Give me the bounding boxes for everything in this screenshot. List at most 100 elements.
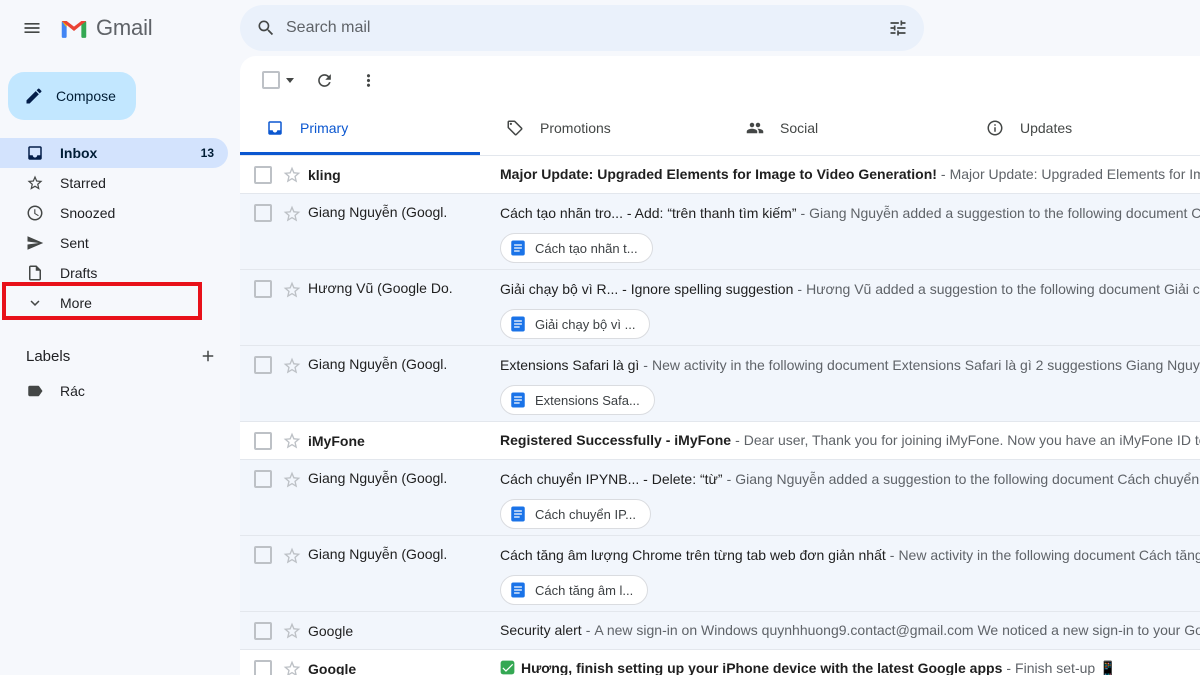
sidebar-item-label: More [60, 295, 92, 311]
email-checkbox[interactable] [254, 356, 272, 374]
chevron-down-icon [26, 294, 44, 312]
sidebar-item-label: Starred [60, 175, 106, 191]
separator: - [735, 432, 740, 448]
star-icon[interactable] [282, 621, 302, 641]
email-sender: Giang Nguyễn (Googl. [308, 356, 500, 372]
sidebar-item-label: Drafts [60, 265, 97, 281]
more-options-button[interactable] [350, 62, 386, 98]
sidebar-item-starred[interactable]: Starred [0, 168, 228, 198]
sidebar-item-label: Sent [60, 235, 89, 251]
sidebar-item-more[interactable]: More [0, 288, 228, 318]
attachment-chip-label: Extensions Safa... [535, 393, 640, 408]
tab-social[interactable]: Social [720, 104, 960, 155]
separator: - [800, 205, 805, 221]
star-icon[interactable] [282, 204, 302, 224]
tab-promotions[interactable]: Promotions [480, 104, 720, 155]
email-row[interactable]: Giang Nguyễn (Googl. Extensions Safari l… [240, 346, 1200, 422]
tab-primary[interactable]: Primary [240, 104, 480, 155]
email-subject-line: Registered Successfully - iMyFone-Dear u… [500, 431, 1200, 450]
star-icon[interactable] [282, 470, 302, 490]
attachment-chip[interactable]: Extensions Safa... [500, 385, 655, 415]
email-checkbox[interactable] [254, 432, 272, 450]
labels-header: Labels [26, 348, 70, 365]
search-input[interactable] [286, 19, 878, 37]
email-row[interactable]: Giang Nguyễn (Googl. Cách tăng âm lượng … [240, 536, 1200, 612]
search-options-button[interactable] [878, 8, 918, 48]
search-icon [256, 18, 276, 38]
separator: - [890, 547, 895, 563]
email-subject: Cách tăng âm lượng Chrome trên từng tab … [500, 547, 886, 563]
gmail-logo[interactable]: Gmail [60, 15, 152, 41]
inbox-icon [26, 144, 44, 162]
tab-updates[interactable]: Updates [960, 104, 1200, 155]
sidebar-item-snoozed[interactable]: Snoozed [0, 198, 228, 228]
attachment-chip[interactable]: Cách chuyển IP... [500, 499, 651, 529]
email-row[interactable]: Hương Vũ (Google Do. Giải chạy bộ vì R..… [240, 270, 1200, 346]
email-checkbox[interactable] [254, 660, 272, 675]
select-all-checkbox[interactable] [262, 71, 280, 89]
email-checkbox[interactable] [254, 280, 272, 298]
email-snippet: Dear user, Thank you for joining iMyFone… [744, 432, 1200, 448]
email-subject: Giải chạy bộ vì R... - Ignore spelling s… [500, 281, 793, 297]
email-subject-line: Cách tạo nhãn tro... - Add: “trên thanh … [500, 204, 1200, 223]
email-subject-line: Major Update: Upgraded Elements for Imag… [500, 165, 1200, 184]
sidebar-item-sent[interactable]: Sent [0, 228, 228, 258]
sidebar: Compose Inbox 13 Starred Snoozed Sent [0, 56, 240, 675]
separator: - [643, 357, 648, 373]
email-sender: Google [308, 661, 500, 675]
inbox-count: 13 [201, 146, 214, 160]
refresh-icon [315, 71, 334, 90]
email-checkbox[interactable] [254, 622, 272, 640]
email-row[interactable]: kling Major Update: Upgraded Elements fo… [240, 156, 1200, 194]
sidebar-item-inbox[interactable]: Inbox 13 [0, 138, 228, 168]
email-row[interactable]: Google Security alert-A new sign-in on W… [240, 612, 1200, 650]
email-checkbox[interactable] [254, 166, 272, 184]
sidebar-item-drafts[interactable]: Drafts [0, 258, 228, 288]
email-snippet: A new sign-in on Windows quynhhuong9.con… [594, 622, 1200, 638]
sidebar-label-rac[interactable]: Rác [0, 376, 228, 406]
google-docs-icon [509, 391, 527, 409]
attachment-chip-label: Cách tăng âm l... [535, 583, 633, 598]
select-all-control[interactable] [258, 67, 298, 93]
star-icon[interactable] [282, 431, 302, 451]
email-checkbox[interactable] [254, 546, 272, 564]
email-sender: Google [308, 623, 500, 639]
email-checkbox[interactable] [254, 470, 272, 488]
email-sender: iMyFone [308, 433, 500, 449]
star-icon[interactable] [282, 356, 302, 376]
sidebar-item-label: Snoozed [60, 205, 115, 221]
create-label-button[interactable] [194, 342, 222, 370]
email-row[interactable]: Giang Nguyễn (Googl. Cách chuyển IPYNB..… [240, 460, 1200, 536]
attachment-chip-label: Cách tạo nhãn t... [535, 241, 638, 256]
compose-button[interactable]: Compose [8, 72, 136, 120]
star-icon[interactable] [282, 280, 302, 300]
email-snippet: Major Update: Upgraded Elements for Imag [950, 166, 1200, 182]
email-snippet: Hương Vũ added a suggestion to the follo… [806, 281, 1200, 297]
email-checkbox[interactable] [254, 204, 272, 222]
email-subject-line: Security alert-A new sign-in on Windows … [500, 621, 1200, 640]
email-row[interactable]: iMyFone Registered Successfully - iMyFon… [240, 422, 1200, 460]
email-subject-line: Giải chạy bộ vì R... - Ignore spelling s… [500, 280, 1200, 299]
select-dropdown-caret[interactable] [286, 78, 294, 83]
star-icon[interactable] [282, 546, 302, 566]
email-row[interactable]: Google Hương, finish setting up your iPh… [240, 650, 1200, 675]
inbox-icon [266, 119, 284, 137]
email-snippet: Giang Nguyễn added a suggestion to the f… [809, 205, 1200, 221]
star-icon[interactable] [282, 659, 302, 675]
search-button[interactable] [246, 8, 286, 48]
gmail-app: Gmail Compose Inbox 13 [0, 0, 1200, 675]
label-icon [26, 382, 44, 400]
tag-icon [506, 119, 524, 137]
info-icon [986, 119, 1004, 137]
google-docs-icon [509, 315, 527, 333]
email-subject: Security alert [500, 622, 582, 638]
search-bar[interactable] [240, 5, 924, 51]
attachment-chip[interactable]: Cách tăng âm l... [500, 575, 648, 605]
attachment-chip[interactable]: Giải chạy bộ vì ... [500, 309, 650, 339]
email-row[interactable]: Giang Nguyễn (Googl. Cách tạo nhãn tro..… [240, 194, 1200, 270]
star-icon[interactable] [282, 165, 302, 185]
email-sender: Giang Nguyễn (Googl. [308, 204, 500, 220]
refresh-button[interactable] [306, 62, 342, 98]
attachment-chip[interactable]: Cách tạo nhãn t... [500, 233, 653, 263]
hamburger-menu-button[interactable] [12, 8, 52, 48]
